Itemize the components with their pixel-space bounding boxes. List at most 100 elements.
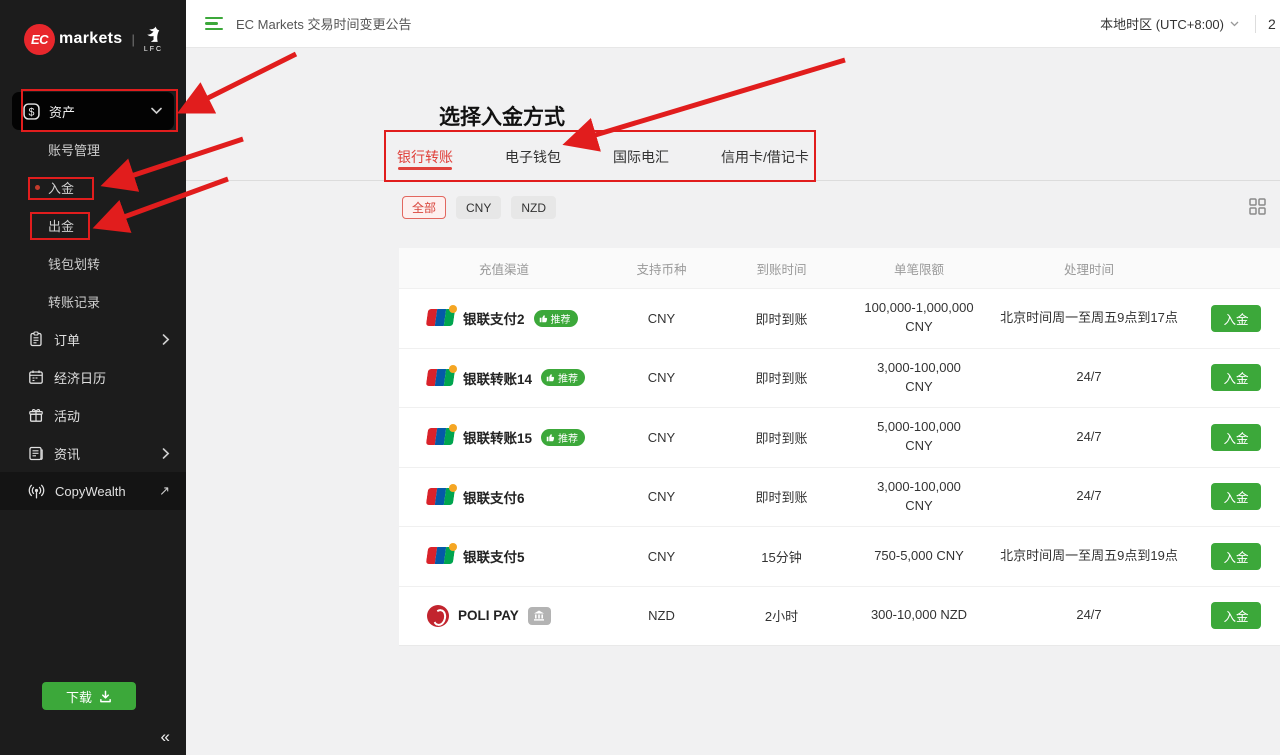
tab-credit-debit-card[interactable]: 信用卡/借记卡 bbox=[721, 133, 809, 180]
cell-processing: 北京时间周一至周五9点到17点 bbox=[1000, 309, 1178, 328]
tab-e-wallet[interactable]: 电子钱包 bbox=[505, 133, 561, 180]
sidebar-item-activities[interactable]: 活动 bbox=[0, 396, 186, 434]
collapse-sidebar-icon[interactable]: « bbox=[161, 727, 170, 747]
sidebar-item-account-management[interactable]: 账号管理 bbox=[0, 130, 186, 168]
channel-name: 银联支付2 bbox=[463, 308, 525, 328]
menu-toggle-icon[interactable] bbox=[205, 17, 223, 31]
deposit-page: 选择入金方式 银行转账 电子钱包 国际电汇 信用卡/借记卡 全部 CNY NZD bbox=[186, 48, 1280, 755]
sidebar-item-label: 账号管理 bbox=[48, 140, 100, 159]
deposit-method-tabs: 银行转账 电子钱包 国际电汇 信用卡/借记卡 bbox=[186, 133, 1280, 181]
tab-international-wire[interactable]: 国际电汇 bbox=[613, 133, 669, 180]
channel-name: POLI PAY bbox=[458, 608, 519, 623]
deposit-button[interactable]: 入金 bbox=[1211, 602, 1261, 629]
sidebar-item-transfer-records[interactable]: 转账记录 bbox=[0, 282, 186, 320]
sidebar-item-label: 资产 bbox=[49, 102, 151, 121]
clipboard-icon bbox=[28, 331, 44, 347]
table-row: 银联支付2 推荐 CNY 即时到账 100,000-1,000,000 CNY … bbox=[399, 288, 1280, 348]
unionpay-icon bbox=[427, 488, 454, 506]
unionpay-icon bbox=[427, 428, 454, 446]
deposit-button[interactable]: 入金 bbox=[1211, 305, 1261, 332]
table-row: 银联转账15 推荐 CNY 即时到账 5,000-100,000 CNY 24/… bbox=[399, 407, 1280, 467]
filter-nzd[interactable]: NZD bbox=[511, 196, 556, 219]
deposit-button[interactable]: 入金 bbox=[1211, 483, 1261, 510]
cell-limit: 750-5,000 CNY bbox=[874, 547, 964, 566]
table-header: 充值渠道 支持币种 到账时间 单笔限额 处理时间 bbox=[399, 248, 1280, 288]
topbar-right: 本地时区 (UTC+8:00) 2 bbox=[1100, 0, 1280, 47]
badge-label: 推荐 bbox=[551, 311, 571, 326]
sidebar-item-news[interactable]: 资讯 bbox=[0, 434, 186, 472]
app-window: EC markets | LFC $ 资产 bbox=[0, 0, 1280, 755]
header-limit: 单笔限额 bbox=[844, 259, 994, 278]
cell-processing: 24/7 bbox=[1076, 606, 1101, 625]
cell-limit: 3,000-100,000 CNY bbox=[863, 359, 975, 397]
cell-arrival: 即时到账 bbox=[719, 487, 844, 506]
cell-currency: NZD bbox=[604, 608, 719, 623]
sidebar-item-label: CopyWealth bbox=[55, 484, 159, 499]
cell-currency: CNY bbox=[604, 370, 719, 385]
timezone-label: 本地时区 (UTC+8:00) bbox=[1100, 14, 1224, 33]
deposit-button[interactable]: 入金 bbox=[1211, 424, 1261, 451]
cell-currency: CNY bbox=[604, 549, 719, 564]
notification-count[interactable]: 2 bbox=[1268, 16, 1280, 32]
cell-arrival: 15分钟 bbox=[719, 547, 844, 566]
active-dot bbox=[35, 185, 40, 190]
broadcast-icon bbox=[28, 483, 45, 500]
timezone-selector[interactable]: 本地时区 (UTC+8:00) bbox=[1100, 14, 1239, 33]
currency-filters: 全部 CNY NZD bbox=[402, 196, 556, 219]
polipay-icon bbox=[427, 605, 449, 627]
recommended-badge: 推荐 bbox=[541, 369, 585, 386]
filter-all[interactable]: 全部 bbox=[402, 196, 446, 219]
sidebar-item-label: 经济日历 bbox=[54, 368, 170, 387]
sidebar-item-assets[interactable]: $ 资产 bbox=[12, 92, 174, 130]
ec-logo: EC bbox=[24, 24, 55, 55]
cell-processing: 北京时间周一至周五9点到19点 bbox=[1000, 547, 1178, 566]
brand-name: markets bbox=[59, 30, 122, 48]
lfc-label: LFC bbox=[144, 46, 163, 53]
filter-cny[interactable]: CNY bbox=[456, 196, 501, 219]
sidebar-item-copywealth[interactable]: CopyWealth ↗ bbox=[0, 472, 186, 510]
gift-icon bbox=[28, 407, 44, 423]
unionpay-icon bbox=[427, 547, 454, 565]
bank-badge-icon bbox=[528, 607, 551, 625]
unionpay-icon bbox=[427, 369, 454, 387]
sidebar-item-withdraw[interactable]: 出金 bbox=[0, 206, 186, 244]
header-arrival: 到账时间 bbox=[719, 259, 844, 278]
deposit-button[interactable]: 入金 bbox=[1211, 364, 1261, 391]
sidebar-item-label: 资讯 bbox=[54, 444, 162, 463]
header-channel: 充值渠道 bbox=[399, 259, 604, 278]
sidebar-item-label: 转账记录 bbox=[48, 292, 100, 311]
sidebar-item-orders[interactable]: 订单 bbox=[0, 320, 186, 358]
grid-view-icon[interactable] bbox=[1249, 198, 1266, 215]
cell-arrival: 2小时 bbox=[719, 606, 844, 625]
calendar-icon bbox=[28, 369, 44, 385]
cell-processing: 24/7 bbox=[1076, 487, 1101, 506]
badge-label: 推荐 bbox=[558, 430, 578, 445]
unionpay-icon bbox=[427, 309, 454, 327]
deposit-button[interactable]: 入金 bbox=[1211, 543, 1261, 570]
sidebar-item-deposit[interactable]: 入金 bbox=[0, 168, 186, 206]
sidebar-item-label: 活动 bbox=[54, 406, 170, 425]
cell-arrival: 即时到账 bbox=[719, 428, 844, 447]
channel-name: 银联支付5 bbox=[463, 546, 525, 566]
logo-separator: | bbox=[131, 32, 134, 47]
cell-limit: 5,000-100,000 CNY bbox=[863, 418, 975, 456]
sidebar-item-economic-calendar[interactable]: 经济日历 bbox=[0, 358, 186, 396]
sidebar-item-label: 订单 bbox=[54, 330, 162, 349]
sidebar: EC markets | LFC $ 资产 bbox=[0, 0, 186, 755]
thumbs-up-icon bbox=[546, 373, 555, 382]
announcement-text: EC Markets 交易时间变更公告 bbox=[236, 14, 412, 33]
download-button[interactable]: 下载 bbox=[42, 682, 136, 710]
header-currency: 支持币种 bbox=[604, 259, 719, 278]
cell-processing: 24/7 bbox=[1076, 368, 1101, 387]
channel-name: 银联转账15 bbox=[463, 427, 532, 447]
table-row: 银联转账14 推荐 CNY 即时到账 3,000-100,000 CNY 24/… bbox=[399, 348, 1280, 408]
sidebar-item-wallet-transfer[interactable]: 钱包划转 bbox=[0, 244, 186, 282]
channel-name: 银联转账14 bbox=[463, 368, 532, 388]
badge-label: 推荐 bbox=[558, 370, 578, 385]
cell-arrival: 即时到账 bbox=[719, 368, 844, 387]
sidebar-menu: $ 资产 账号管理 入金 出金 钱包划转 转账记录 bbox=[0, 92, 186, 510]
cell-limit: 100,000-1,000,000 CNY bbox=[863, 299, 975, 337]
tab-bank-transfer[interactable]: 银行转账 bbox=[397, 133, 453, 180]
external-link-icon: ↗ bbox=[159, 483, 170, 499]
logo-row: EC markets | LFC bbox=[0, 0, 186, 64]
